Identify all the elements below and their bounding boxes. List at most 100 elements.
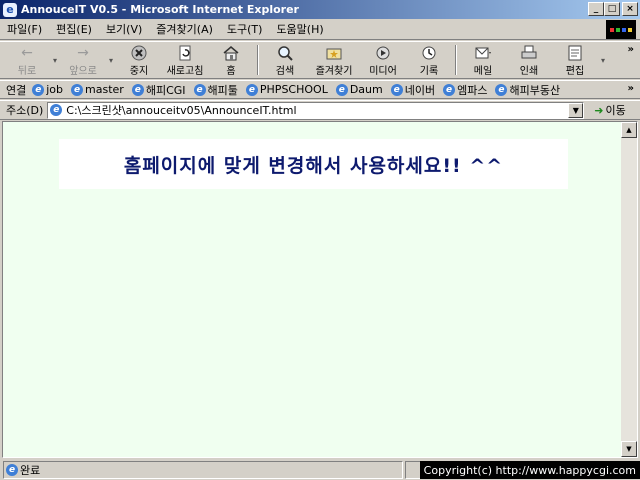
ie-page-icon: e — [443, 83, 456, 96]
close-button[interactable]: × — [622, 2, 638, 16]
window-controls: _ □ × — [588, 2, 638, 16]
menu-tools[interactable]: 도구(T) — [220, 21, 270, 37]
back-label: 뒤로 — [17, 65, 37, 77]
edit-button[interactable]: 편집 — [552, 42, 598, 78]
page-viewport: 홈페이지에 맞게 변경해서 사용하세요!! ^^ ▲ ▼ — [2, 121, 638, 458]
standard-toolbar: ← 뒤로 ▾ → 앞으로 ▾ 중지 새로고침 홈 검색 즐겨찾기 미디어 기록 … — [0, 41, 640, 79]
ie-page-icon: e — [32, 83, 45, 96]
menu-view[interactable]: 보기(V) — [99, 21, 149, 37]
links-label: 연결 — [6, 83, 27, 97]
edit-dropdown-icon[interactable]: ▾ — [598, 56, 608, 65]
refresh-button[interactable]: 새로고침 — [162, 42, 208, 78]
back-dropdown-icon[interactable]: ▾ — [50, 56, 60, 65]
ie-page-icon: e — [335, 83, 348, 96]
stop-button[interactable]: 중지 — [116, 42, 162, 78]
link-label: 네이버 — [404, 83, 436, 97]
links-more-icon[interactable]: » — [628, 83, 634, 94]
back-arrow-icon: ← — [21, 44, 33, 61]
toolbar-separator — [455, 45, 457, 75]
address-value: C:\스크린샷\annouceitv05\AnnounceIT.html — [66, 104, 297, 117]
toolbar-more-icon[interactable]: » — [628, 44, 634, 55]
link-item[interactable]: e 해피툴 — [193, 82, 238, 98]
link-item[interactable]: e 엠파스 — [443, 82, 487, 98]
history-icon — [419, 44, 439, 62]
history-label: 기록 — [419, 65, 439, 77]
status-bar: e 완료 Copyright(c) http://www.happycgi.co… — [0, 459, 640, 480]
link-label: 해피툴 — [207, 83, 238, 97]
address-label: 주소(D) — [6, 104, 44, 117]
go-arrow-icon: ➜ — [594, 103, 604, 117]
ie-page-icon: e — [495, 83, 508, 96]
link-item[interactable]: e PHPSCHOOL — [245, 83, 328, 96]
favorites-button[interactable]: 즐겨찾기 — [308, 42, 360, 78]
link-label: 해피CGI — [145, 83, 186, 97]
link-item[interactable]: e master — [71, 83, 124, 96]
stop-icon — [129, 44, 149, 62]
menu-file[interactable]: 파일(F) — [0, 21, 49, 37]
home-icon — [221, 44, 241, 62]
link-item[interactable]: e 네이버 — [390, 82, 436, 98]
menu-help[interactable]: 도움말(H) — [269, 21, 330, 37]
window-title: AnnouceIT V0.5 - Microsoft Internet Expl… — [21, 3, 299, 16]
copyright-overlay: Copyright(c) http://www.happycgi.com — [419, 461, 640, 479]
mail-label: 메일 — [473, 65, 493, 77]
address-bar: 주소(D) e C:\스크린샷\annouceitv05\AnnounceIT.… — [0, 100, 640, 120]
maximize-button[interactable]: □ — [604, 2, 620, 16]
go-button[interactable]: ➜ 이동 — [594, 102, 625, 118]
edit-page-icon — [565, 44, 585, 62]
forward-label: 앞으로 — [69, 65, 97, 77]
title-bar: e AnnouceIT V0.5 - Microsoft Internet Ex… — [0, 0, 640, 19]
search-button[interactable]: 검색 — [262, 42, 308, 78]
home-button[interactable]: 홈 — [208, 42, 254, 78]
link-label: PHPSCHOOL — [259, 83, 328, 96]
media-label: 미디어 — [369, 65, 397, 77]
media-button[interactable]: 미디어 — [360, 42, 406, 78]
favorites-icon — [324, 44, 344, 62]
print-button[interactable]: 인쇄 — [506, 42, 552, 78]
ie-icon: e — [3, 2, 17, 17]
ie-page-icon: e — [245, 83, 258, 96]
vertical-scrollbar[interactable]: ▲ ▼ — [621, 122, 637, 457]
ie-page-icon: e — [390, 83, 403, 96]
link-label: job — [46, 83, 64, 96]
ie-page-icon: e — [131, 83, 144, 96]
refresh-label: 새로고침 — [166, 65, 204, 77]
history-button[interactable]: 기록 — [406, 42, 452, 78]
link-label: 엠파스 — [457, 83, 488, 97]
go-label: 이동 — [605, 104, 626, 117]
mail-icon — [473, 44, 493, 62]
toolbar-separator — [257, 45, 259, 75]
scroll-down-icon[interactable]: ▼ — [621, 441, 637, 457]
scroll-up-icon[interactable]: ▲ — [621, 122, 637, 138]
link-label: 해피부동산 — [509, 83, 561, 97]
link-item[interactable]: e 해피CGI — [131, 82, 186, 98]
home-label: 홈 — [226, 65, 236, 77]
menu-edit[interactable]: 편집(E) — [49, 21, 99, 37]
edit-label: 편집 — [565, 65, 585, 77]
menu-bar: 파일(F) 편집(E) 보기(V) 즐겨찾기(A) 도구(T) 도움말(H) — [0, 19, 640, 40]
minimize-button[interactable]: _ — [588, 2, 604, 16]
link-item[interactable]: e Daum — [335, 83, 383, 96]
favorites-label: 즐겨찾기 — [315, 65, 353, 77]
forward-dropdown-icon[interactable]: ▾ — [106, 56, 116, 65]
media-icon — [373, 44, 393, 62]
link-label: master — [85, 83, 124, 96]
ie-page-icon: e — [71, 83, 84, 96]
link-item[interactable]: e 해피부동산 — [495, 82, 560, 98]
mail-button[interactable]: 메일 — [460, 42, 506, 78]
ie-page-icon: e — [193, 83, 206, 96]
announcement-text: 홈페이지에 맞게 변경해서 사용하세요!! ^^ — [123, 154, 504, 177]
forward-button[interactable]: → 앞으로 — [60, 42, 106, 78]
stop-label: 중지 — [129, 65, 149, 77]
ie-page-icon: e — [50, 104, 63, 116]
link-item[interactable]: e job — [32, 83, 63, 96]
search-icon — [275, 44, 295, 62]
address-dropdown-icon[interactable]: ▼ — [568, 102, 584, 118]
forward-arrow-icon: → — [77, 44, 89, 61]
status-panel: e 완료 — [3, 460, 403, 479]
back-button[interactable]: ← 뒤로 — [4, 42, 50, 78]
address-input[interactable]: e C:\스크린샷\annouceitv05\AnnounceIT.html ▼ — [47, 101, 585, 119]
windows-logo-icon — [606, 20, 636, 39]
menu-favorites[interactable]: 즐겨찾기(A) — [149, 21, 220, 37]
refresh-icon — [175, 44, 195, 62]
